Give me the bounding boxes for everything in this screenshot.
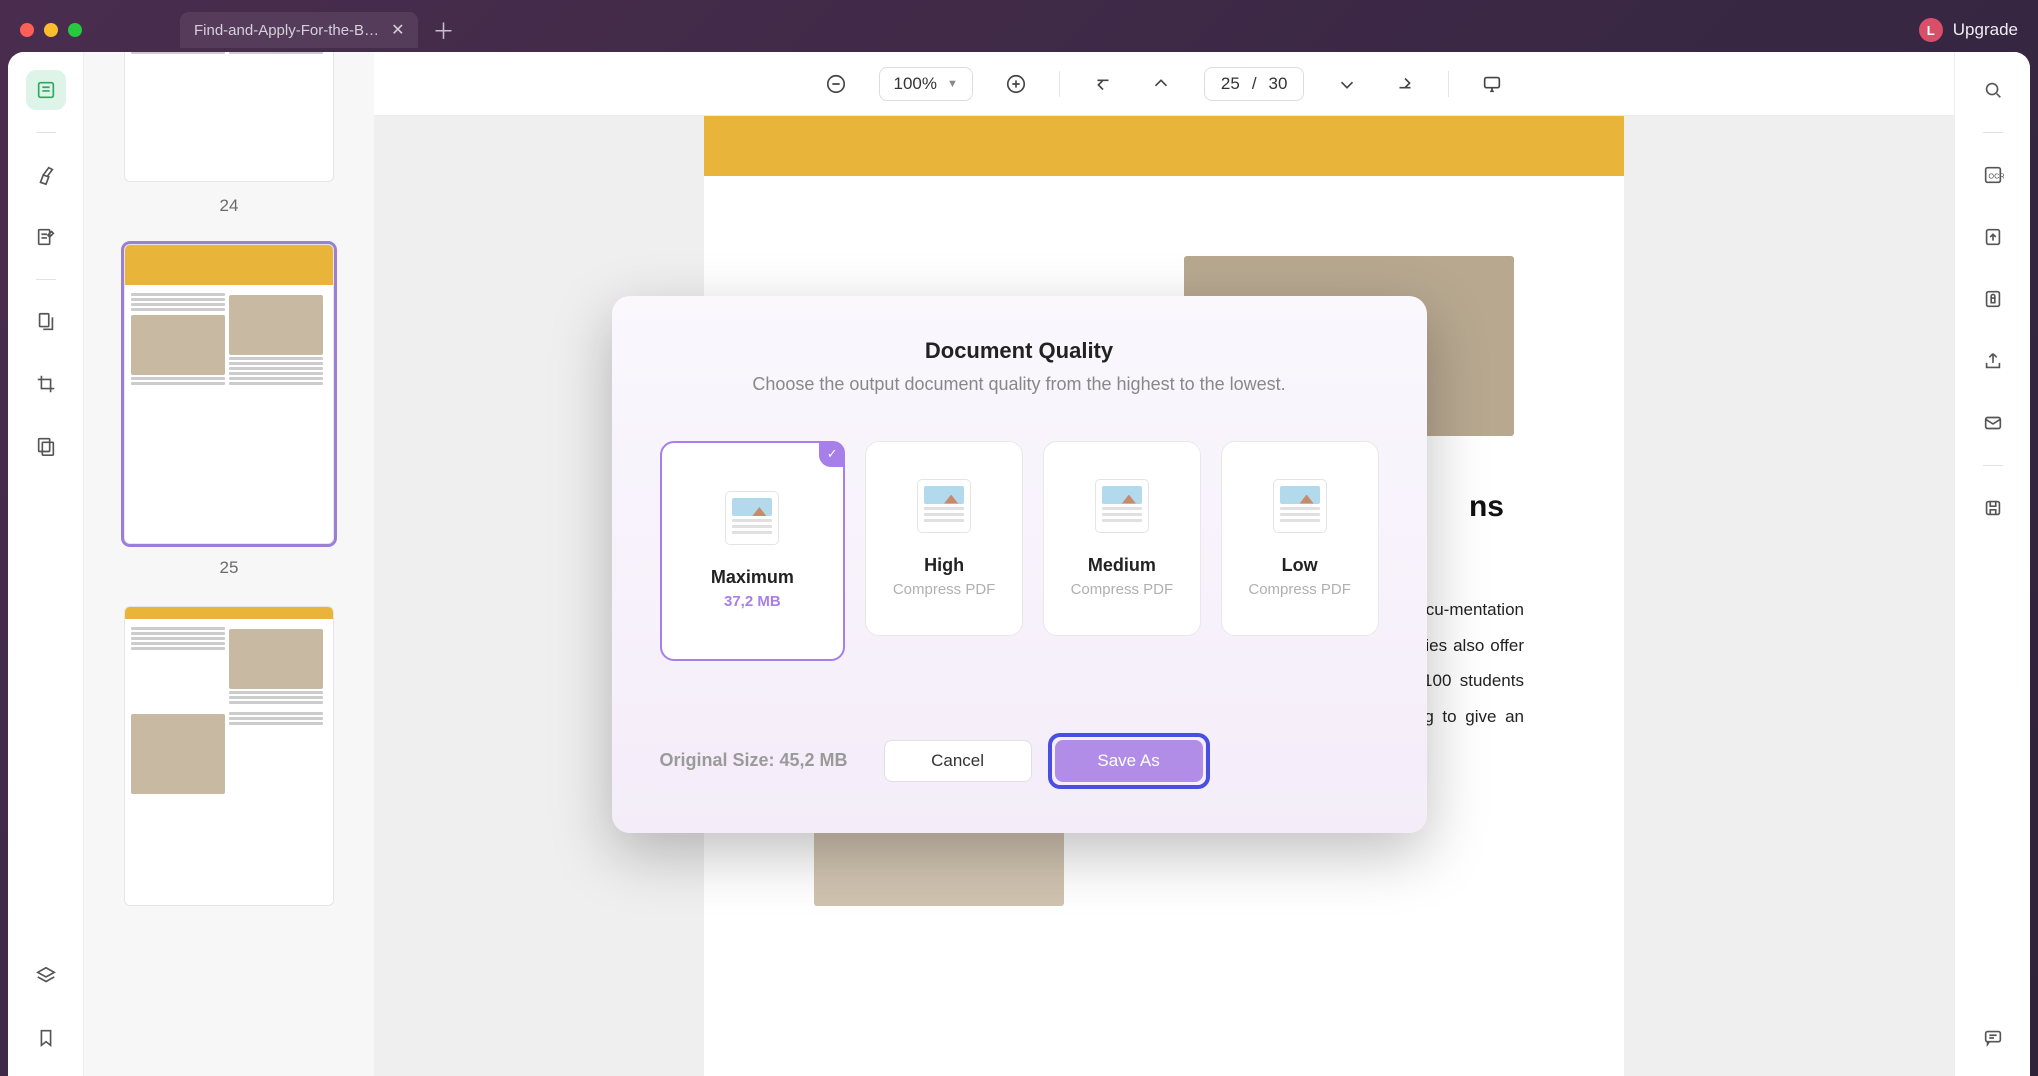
save-as-button[interactable]: Save As: [1055, 740, 1203, 782]
dialog-title: Document Quality: [660, 338, 1379, 364]
document-quality-dialog: Document Quality Choose the output docum…: [612, 296, 1427, 833]
modal-overlay: Document Quality Choose the output docum…: [8, 52, 2030, 1076]
option-subtitle: 37,2 MB: [724, 593, 781, 610]
option-thumbnail: [917, 479, 971, 533]
maximize-window-button[interactable]: [68, 23, 82, 37]
cancel-button[interactable]: Cancel: [884, 740, 1032, 782]
new-tab-button[interactable]: ＋: [426, 13, 460, 47]
original-size-label: Original Size: 45,2 MB: [660, 750, 848, 771]
check-icon: ✓: [819, 441, 845, 467]
minimize-window-button[interactable]: [44, 23, 58, 37]
titlebar-right: L Upgrade: [1919, 18, 2018, 42]
upgrade-button[interactable]: Upgrade: [1953, 20, 2018, 40]
content-area: 24 25: [8, 52, 2030, 1076]
quality-option-maximum[interactable]: ✓ Maximum 37,2 MB: [660, 441, 846, 661]
option-thumbnail: [1273, 479, 1327, 533]
avatar[interactable]: L: [1919, 18, 1943, 42]
dialog-subtitle: Choose the output document quality from …: [660, 374, 1379, 395]
option-title: Maximum: [711, 567, 794, 588]
option-thumbnail: [1095, 479, 1149, 533]
option-thumbnail: [725, 491, 779, 545]
quality-options: ✓ Maximum 37,2 MB ✓ High Compress PDF ✓: [660, 441, 1379, 661]
close-window-button[interactable]: [20, 23, 34, 37]
quality-option-low[interactable]: ✓ Low Compress PDF: [1221, 441, 1379, 636]
option-subtitle: Compress PDF: [1071, 581, 1174, 598]
close-tab-icon[interactable]: ✕: [391, 20, 404, 40]
option-title: High: [924, 555, 964, 576]
app-window: Find-and-Apply-For-the-B… ✕ ＋ L Upgrade: [8, 8, 2030, 1076]
tab-title: Find-and-Apply-For-the-B…: [194, 22, 379, 39]
dialog-footer: Original Size: 45,2 MB Cancel Save As: [660, 733, 1379, 789]
option-title: Low: [1282, 555, 1318, 576]
quality-option-medium[interactable]: ✓ Medium Compress PDF: [1043, 441, 1201, 636]
option-subtitle: Compress PDF: [893, 581, 996, 598]
option-title: Medium: [1088, 555, 1156, 576]
quality-option-high[interactable]: ✓ High Compress PDF: [865, 441, 1023, 636]
save-as-highlight: Save As: [1048, 733, 1210, 789]
traffic-lights: [20, 23, 82, 37]
option-subtitle: Compress PDF: [1248, 581, 1351, 598]
titlebar: Find-and-Apply-For-the-B… ✕ ＋ L Upgrade: [8, 8, 2030, 52]
tab-document[interactable]: Find-and-Apply-For-the-B… ✕: [180, 12, 418, 48]
